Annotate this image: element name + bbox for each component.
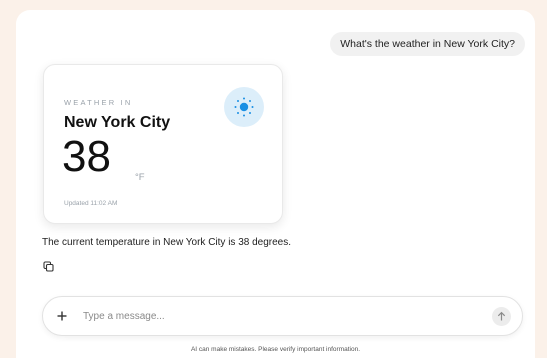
chat-panel: What's the weather in New York City? WEA… — [16, 10, 535, 358]
disclaimer-text: AI can make mistakes. Please verify impo… — [190, 346, 361, 353]
city-name: New York City — [64, 114, 171, 131]
sun-icon — [234, 97, 254, 117]
updated-timestamp: Updated 11:02 AM — [64, 200, 118, 207]
weather-kicker-label: WEATHER IN — [64, 98, 133, 107]
assistant-reply: The current temperature in New York City… — [42, 237, 292, 248]
temperature-value: 38 — [62, 132, 111, 181]
attach-button[interactable] — [55, 309, 69, 323]
copy-icon — [43, 261, 54, 272]
plus-icon — [57, 311, 67, 321]
message-input[interactable] — [83, 307, 463, 325]
weather-card: WEATHER IN New York City 38 °F Updated 1… — [43, 64, 283, 224]
send-button[interactable] — [492, 307, 511, 326]
user-message-bubble: What's the weather in New York City? — [330, 32, 525, 56]
message-composer — [42, 296, 523, 336]
arrow-up-icon — [497, 311, 506, 321]
temperature-unit: °F — [135, 172, 145, 183]
copy-button[interactable] — [42, 260, 56, 274]
weather-icon-badge — [224, 87, 264, 127]
